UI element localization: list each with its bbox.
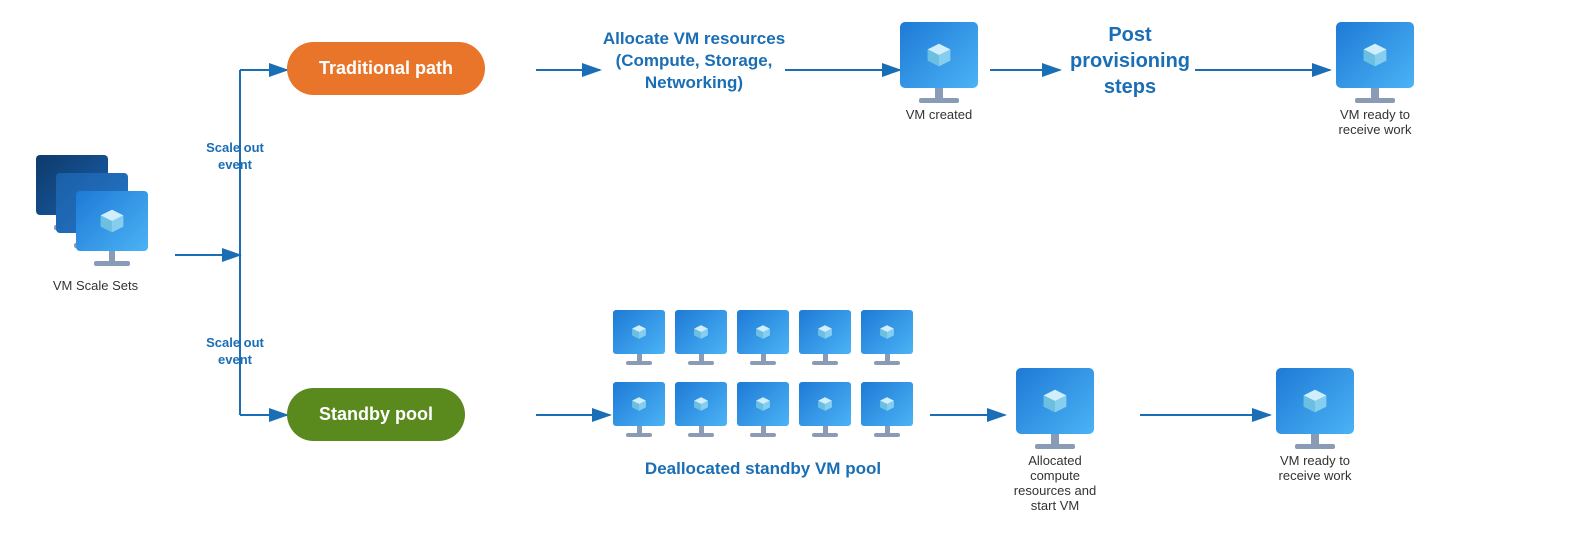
post-provisioning-text: Post provisioning steps: [1060, 22, 1200, 100]
pool-grid: [610, 310, 916, 450]
diagram: VM Scale Sets Scale out event Scale out …: [0, 0, 1573, 553]
pool-vm-5: [858, 310, 916, 378]
vm-ready-bottom-icon: [1270, 368, 1360, 449]
allocated-compute-group: Allocated compute resources and start VM: [1005, 368, 1105, 513]
pool-vm-1: [610, 310, 668, 378]
vm-ready-top-label: VM ready to receive work: [1330, 107, 1420, 137]
vm-ready-top-group: VM ready to receive work: [1330, 22, 1420, 137]
standby-pool-pill: Standby pool: [287, 388, 465, 441]
traditional-path-label: Traditional path: [287, 42, 485, 95]
pool-vm-10: [858, 382, 916, 450]
pool-vm-8: [734, 382, 792, 450]
vm-ready-bottom-group: VM ready to receive work: [1270, 368, 1360, 483]
deallocated-pool-group: Deallocated standby VM pool: [610, 310, 916, 480]
pool-vm-6: [610, 382, 668, 450]
pool-vm-4: [796, 310, 854, 378]
vm-scale-sets-group: VM Scale Sets: [18, 155, 173, 293]
vm-created-icon: [900, 22, 978, 103]
vm-scale-sets-label: VM Scale Sets: [18, 278, 173, 293]
pool-vm-9: [796, 382, 854, 450]
scale-out-event-1: Scale out event: [195, 140, 275, 174]
pool-vm-3: [734, 310, 792, 378]
scale-out-event-2: Scale out event: [195, 335, 275, 369]
vm-stack-front: [76, 191, 148, 266]
allocated-compute-icon: [1005, 368, 1105, 449]
pool-vm-2: [672, 310, 730, 378]
pool-vm-7: [672, 382, 730, 450]
allocate-vm-text: Allocate VM resources (Compute, Storage,…: [600, 28, 788, 94]
vm-created-group: VM created: [900, 22, 978, 122]
standby-pool-label: Standby pool: [287, 388, 465, 441]
traditional-path-pill: Traditional path: [287, 42, 485, 95]
vm-created-label: VM created: [900, 107, 978, 122]
vm-ready-bottom-label: VM ready to receive work: [1270, 453, 1360, 483]
vm-ready-top-icon: [1330, 22, 1420, 103]
allocated-compute-label: Allocated compute resources and start VM: [1005, 453, 1105, 513]
deallocated-pool-label: Deallocated standby VM pool: [610, 458, 916, 480]
